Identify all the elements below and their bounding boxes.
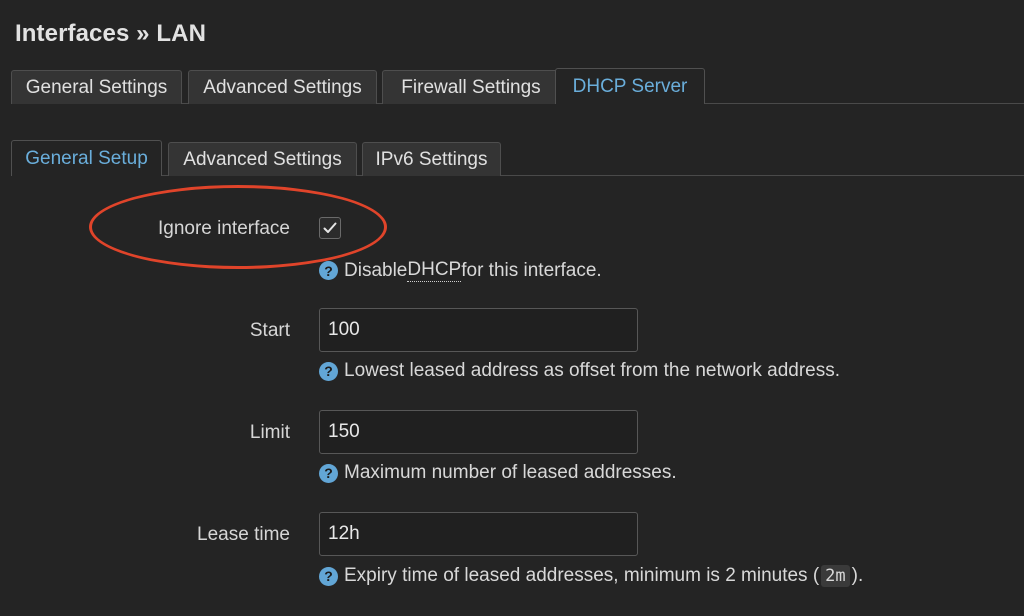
- help-text-suffix: for this interface.: [461, 259, 602, 281]
- leasetime-input[interactable]: [319, 512, 638, 556]
- tab-advanced-settings[interactable]: Advanced Settings: [188, 70, 377, 104]
- page-title: Interfaces » LAN: [15, 20, 206, 47]
- sub-tab-rule: [11, 175, 1024, 176]
- leasetime-help-prefix: Expiry time of leased addresses, minimum…: [344, 565, 820, 586]
- limit-label: Limit: [249, 422, 290, 443]
- page: Interfaces » LAN General Settings Advanc…: [0, 0, 1024, 616]
- min-value-code: 2m: [821, 565, 850, 587]
- question-circle-icon: ?: [319, 361, 338, 381]
- tab-firewall-settings[interactable]: Firewall Settings: [382, 70, 560, 104]
- limit-help: ? Maximum number of leased addresses.: [319, 462, 677, 484]
- ignore-interface-help: ? Disable DHCP for this interface.: [319, 259, 602, 282]
- annotation-ellipse: [89, 185, 387, 269]
- leasetime-label: Lease time: [197, 524, 290, 545]
- question-circle-icon: ?: [319, 463, 338, 483]
- leasetime-help-suffix: ).: [851, 565, 864, 586]
- start-input[interactable]: [319, 308, 638, 352]
- tab-dhcp-server[interactable]: DHCP Server: [555, 68, 705, 105]
- question-circle-icon: ?: [319, 566, 338, 586]
- subtab-ipv6-settings[interactable]: IPv6 Settings: [362, 142, 501, 176]
- sub-tab-bar: General Setup Advanced Settings IPv6 Set…: [11, 140, 1024, 177]
- subtab-advanced-settings[interactable]: Advanced Settings: [168, 142, 357, 176]
- limit-input[interactable]: [319, 410, 638, 454]
- question-circle-icon: ?: [319, 261, 338, 280]
- start-help: ? Lowest leased address as offset from t…: [319, 360, 840, 382]
- start-label: Start: [249, 320, 290, 341]
- leasetime-help: ? Expiry time of leased addresses, minim…: [319, 565, 863, 587]
- dhcp-abbr: DHCP: [407, 259, 462, 282]
- help-text-prefix: Disable: [344, 259, 408, 281]
- tab-general-settings[interactable]: General Settings: [11, 70, 182, 104]
- start-help-text: Lowest leased address as offset from the…: [344, 360, 841, 381]
- limit-help-text: Maximum number of leased addresses.: [344, 462, 677, 483]
- main-tab-bar: General Settings Advanced Settings Firew…: [11, 68, 1024, 105]
- subtab-general-setup[interactable]: General Setup: [11, 140, 162, 177]
